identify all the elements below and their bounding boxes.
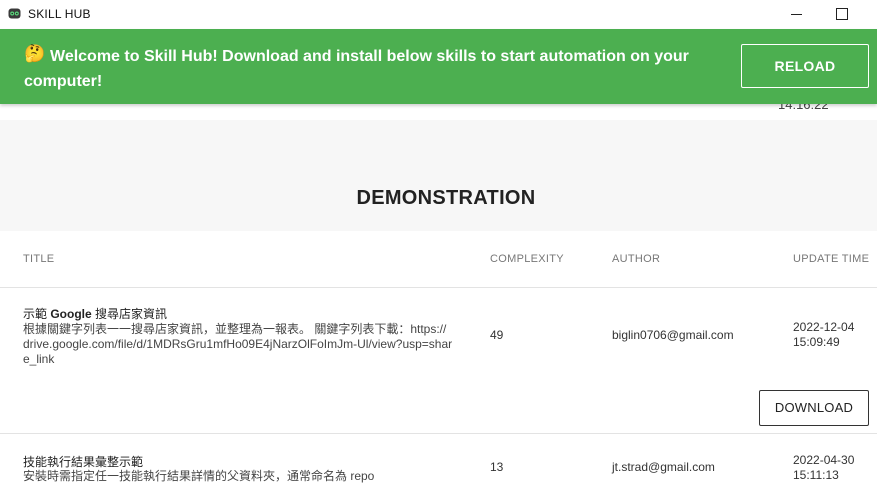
skill-title-prefix: 示範 <box>23 307 51 321</box>
column-header-complexity: COMPLEXITY <box>490 253 564 265</box>
column-header-author: AUTHOR <box>612 253 661 265</box>
download-button[interactable]: DOWNLOAD <box>759 390 869 426</box>
skill-title-brand: Google <box>50 307 92 321</box>
column-header-update-time: UPDATE TIME <box>793 253 870 265</box>
skill-update-clock: 15:11:13 <box>793 468 839 482</box>
skill-title: 技能執行結果彙整示範 <box>23 455 144 469</box>
skill-update-time: 2022-04-30 15:11:13 <box>793 453 873 483</box>
minimize-icon[interactable] <box>786 4 806 24</box>
section-title: DEMONSTRATION <box>356 187 536 209</box>
skill-update-time: 2022-12-04 15:09:49 <box>793 320 873 350</box>
skill-title: 示範 Google 搜尋店家資訊 <box>23 305 167 322</box>
table-row: 技能執行結果彙整示範 安裝時需指定任一技能執行結果詳情的父資料夾，通常命名為 r… <box>0 435 877 501</box>
skill-complexity: 49 <box>490 328 504 342</box>
table-row: 示範 Google 搜尋店家資訊 根據關鍵字列表一一搜尋店家資訊，並整理為一報表… <box>0 289 877 434</box>
skill-update-date: 2022-12-04 <box>793 320 855 334</box>
column-header-title: TITLE <box>23 253 55 265</box>
skill-description: 根據關鍵字列表一一搜尋店家資訊，並整理為一報表。 關鍵字列表下載：https:/… <box>23 322 453 366</box>
skill-update-date: 2022-04-30 <box>793 453 855 467</box>
reload-button[interactable]: RELOAD <box>741 44 869 88</box>
skill-update-clock: 15:09:49 <box>793 335 840 349</box>
skill-author: biglin0706@gmail.com <box>612 328 734 342</box>
skill-title-suffix: 搜尋店家資訊 <box>91 307 168 321</box>
title-bar: SKILL HUB <box>0 0 877 29</box>
skill-description: 安裝時需指定任一技能執行結果詳情的父資料夾，通常命名為 repo <box>23 469 375 483</box>
skill-author: jt.strad@gmail.com <box>612 460 715 474</box>
window-title: SKILL HUB <box>28 7 91 21</box>
section-header-background <box>0 120 877 231</box>
table-header: TITLE COMPLEXITY AUTHOR UPDATE TIME <box>0 231 877 288</box>
skill-complexity: 13 <box>490 460 504 474</box>
maximize-icon[interactable] <box>831 4 851 24</box>
welcome-message: Welcome to Skill Hub! Download and insta… <box>24 48 689 90</box>
skill-hub-logo-icon <box>8 7 21 20</box>
welcome-banner: 🤔 Welcome to Skill Hub! Download and ins… <box>0 29 877 104</box>
